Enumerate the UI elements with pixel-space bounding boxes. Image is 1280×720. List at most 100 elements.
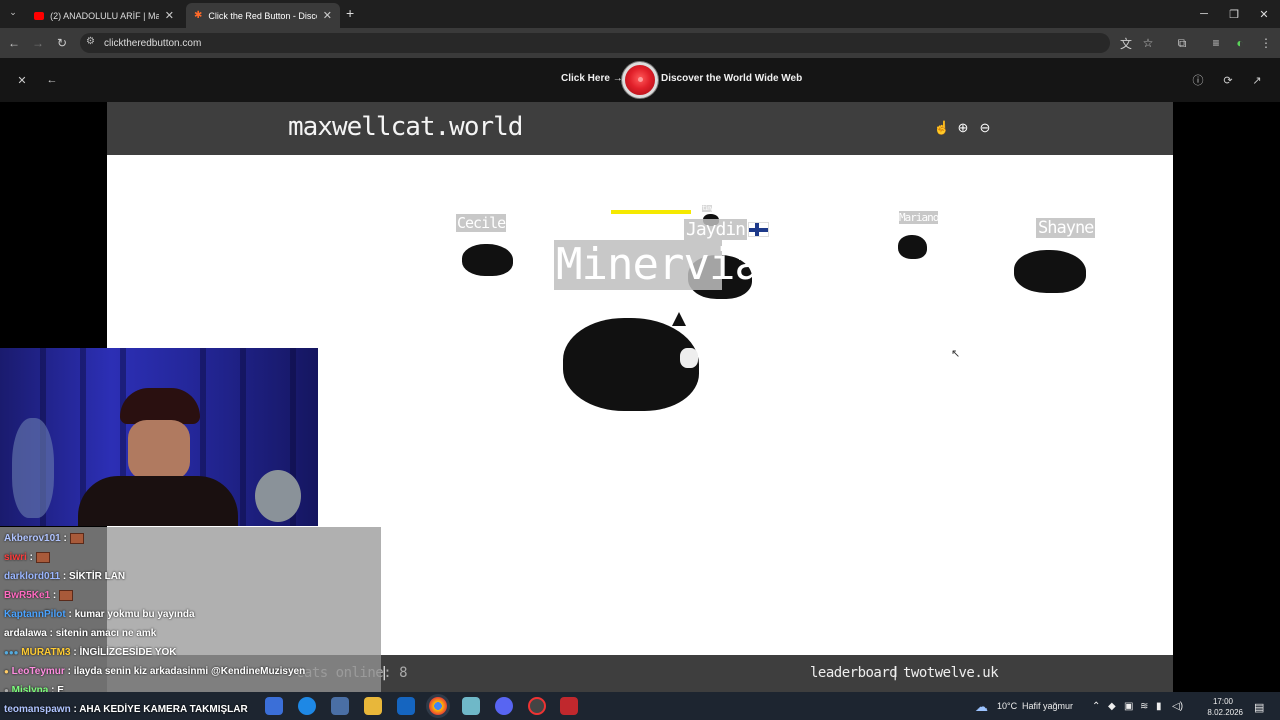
url-text: clicktheredbutton.com xyxy=(104,37,202,49)
chat-message: teomanspawn : AHA KEDİYE KAMERA TAKMIŞLA… xyxy=(4,704,248,715)
minimize-icon[interactable]: ─ xyxy=(1192,4,1216,24)
media-icon[interactable]: ≡ xyxy=(1206,33,1226,53)
clock-date: 8.02.2026 xyxy=(1207,708,1243,717)
close-icon[interactable]: ✕ xyxy=(12,70,32,90)
clock[interactable]: 17:00 8.02.2026 xyxy=(1203,696,1243,718)
info-icon[interactable]: ⓘ xyxy=(1188,70,1208,90)
cat-sprite[interactable] xyxy=(898,235,927,259)
player-cat-sprite[interactable] xyxy=(563,318,699,411)
cat-sprite[interactable] xyxy=(1014,250,1086,293)
badge-icons: ● xyxy=(4,667,9,676)
chat-username: LeoTeymur xyxy=(11,666,65,677)
footer-separator: | xyxy=(891,665,899,681)
youtube-icon xyxy=(34,11,45,20)
chat-message: ●●● MURATM3 : İNGİLİZCESİDE YOK xyxy=(4,647,177,658)
profile-icon[interactable]: ◐ xyxy=(1230,33,1250,53)
zoom-in-icon[interactable]: ⊕ xyxy=(955,120,971,136)
close-tab-icon[interactable]: ✕ xyxy=(165,9,174,22)
chat-username: teomanspawn xyxy=(4,704,71,715)
tray-overflow-icon[interactable]: ⌃ xyxy=(1092,701,1100,712)
chat-username: siwri xyxy=(4,552,27,564)
mouse-cursor-icon: ↖ xyxy=(951,348,961,360)
tab-youtube[interactable]: (2) ANADOLULU ARİF | Madara ✕ xyxy=(26,3,182,28)
hand-pointer-icon[interactable]: ☝ xyxy=(934,120,950,136)
streamer-cap xyxy=(120,388,200,424)
open-external-icon[interactable]: ↗ xyxy=(1247,70,1267,90)
back-icon[interactable]: ← xyxy=(4,33,24,53)
bookmark-star-icon[interactable]: ☆ xyxy=(1138,33,1158,53)
chat-username: KaptannPilot xyxy=(4,609,66,620)
file-explorer-icon[interactable] xyxy=(364,697,382,715)
copilot-icon[interactable] xyxy=(265,697,283,715)
chat-text: AHA KEDİYE KAMERA TAKMIŞLAR xyxy=(79,704,248,715)
menu-dots-icon[interactable]: ⋮ xyxy=(1256,33,1276,53)
wifi-icon[interactable]: ≋ xyxy=(1140,701,1148,712)
emote-icon xyxy=(59,590,74,601)
twotwelve-link[interactable]: twotwelve.uk xyxy=(903,665,999,681)
chat-text: sitenin amacı ne amk xyxy=(55,628,157,639)
cat-white-chest xyxy=(680,348,698,368)
chrome-icon[interactable] xyxy=(429,697,447,715)
address-bar[interactable]: ⚙ clicktheredbutton.com xyxy=(80,33,1110,53)
finland-flag-icon xyxy=(748,222,769,237)
chat-message: BwR5Ke1 : xyxy=(4,590,74,601)
app-tray-icon[interactable]: ▣ xyxy=(1124,701,1133,712)
voicemeeter-icon[interactable] xyxy=(560,697,578,715)
tab-red-button[interactable]: ✱ Click the Red Button - Discover ✕ xyxy=(186,3,340,28)
obs-icon[interactable] xyxy=(528,697,546,715)
notepad-icon[interactable] xyxy=(462,697,480,715)
site-header xyxy=(107,102,1173,155)
site-title[interactable]: maxwellcat.world xyxy=(288,112,523,142)
streamer-face xyxy=(128,420,190,480)
chat-message: siwri : xyxy=(4,552,50,563)
tab-title: Click the Red Button - Discover xyxy=(208,10,316,21)
chat-message: Akberov101 : xyxy=(4,533,84,544)
badge-icons: ●●● xyxy=(4,648,19,657)
chat-text: kumar yokmu bu yayında xyxy=(74,609,195,620)
microphone-icon[interactable]: ▮ xyxy=(1156,701,1162,712)
restore-icon[interactable]: ❐ xyxy=(1222,4,1246,24)
reload-icon[interactable]: ↻ xyxy=(52,33,72,53)
cat-ear xyxy=(672,312,686,326)
click-here-label: Click Here → xyxy=(561,73,623,84)
cat-name-label: tiny xyxy=(702,205,713,212)
red-button[interactable] xyxy=(622,62,658,98)
discover-label: Discover the World Wide Web xyxy=(661,73,803,84)
volume-icon[interactable]: ◁) xyxy=(1172,701,1183,712)
emote-icon xyxy=(35,552,50,563)
forward-icon[interactable]: → xyxy=(28,33,48,53)
close-window-icon[interactable]: ✕ xyxy=(1252,4,1276,24)
chat-text: SİKTİR LAN xyxy=(69,571,126,582)
microphone xyxy=(255,470,301,522)
network-icon[interactable]: ◆ xyxy=(1108,701,1116,712)
cat-name-label: Minervia xyxy=(554,239,761,290)
weather-icon[interactable]: ☁ xyxy=(975,699,988,715)
zoom-out-icon[interactable]: ⊖ xyxy=(977,120,993,136)
weather-temp[interactable]: 10°C xyxy=(997,701,1017,711)
edge-icon[interactable] xyxy=(298,697,316,715)
new-tab-button[interactable]: + xyxy=(346,5,354,21)
chat-message: darklord011 : SİKTİR LAN xyxy=(4,571,126,582)
refresh-icon[interactable]: ⟳ xyxy=(1218,70,1238,90)
weather-desc[interactable]: Hafif yağmur xyxy=(1022,701,1073,711)
close-tab-icon[interactable]: ✕ xyxy=(323,9,332,22)
chat-username: darklord011 xyxy=(4,571,61,582)
streamer-webcam xyxy=(0,348,318,526)
extensions-icon[interactable]: ⧉ xyxy=(1172,33,1192,53)
discord-icon[interactable] xyxy=(495,697,513,715)
chat-message: KaptannPilot : kumar yokmu bu yayında xyxy=(4,609,195,620)
outlook-icon[interactable] xyxy=(397,697,415,715)
cat-sprite[interactable] xyxy=(462,244,513,276)
site-info-icon[interactable]: ⚙ xyxy=(86,36,95,47)
emote-icon xyxy=(69,533,84,544)
store-icon[interactable] xyxy=(331,697,349,715)
streamer-jacket xyxy=(78,476,238,526)
back-arrow-icon[interactable]: ← xyxy=(42,70,62,90)
leaderboard-link[interactable]: leaderboard xyxy=(810,665,898,681)
cat-name-label: Shayne xyxy=(1036,218,1096,238)
tab-search-icon[interactable]: ⌄ xyxy=(6,7,20,21)
guitar xyxy=(12,418,54,518)
notifications-icon[interactable]: ▤ xyxy=(1254,701,1264,714)
translate-icon[interactable]: 文 xyxy=(1116,33,1136,53)
chat-username: ardalawa xyxy=(4,628,47,639)
